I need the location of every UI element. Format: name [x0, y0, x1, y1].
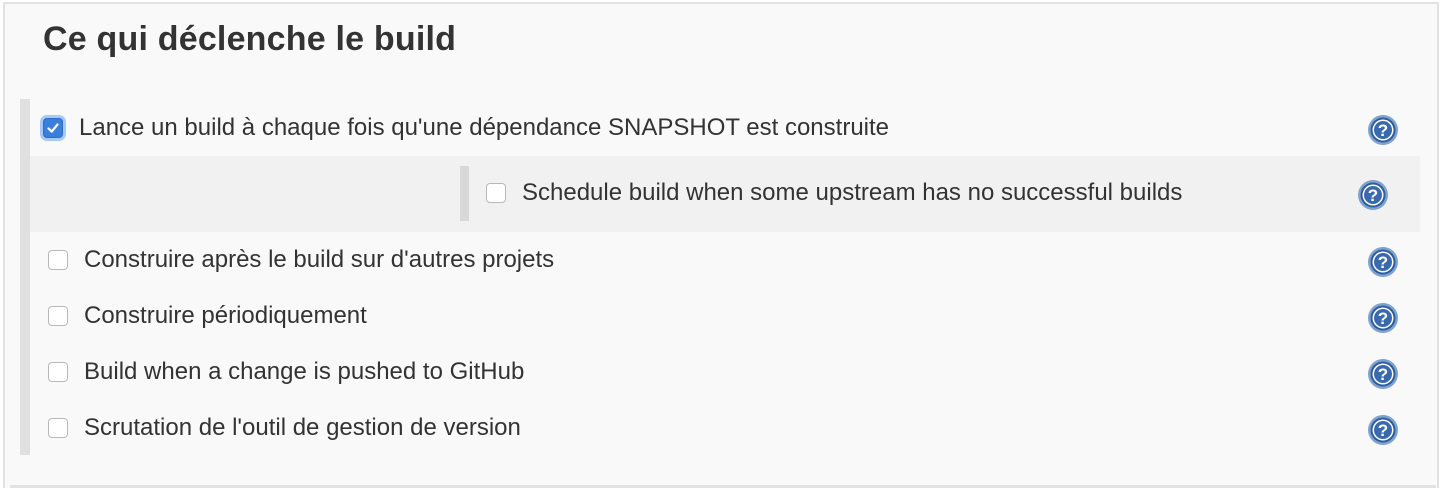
- trigger-row-scm-polling: Scrutation de l'outil de gestion de vers…: [48, 408, 521, 448]
- trigger-row-upstream-no-success: Schedule build when some upstream has no…: [486, 173, 1182, 213]
- svg-text:?: ?: [1378, 421, 1388, 440]
- upstream-no-success-label: Schedule build when some upstream has no…: [522, 179, 1183, 206]
- github-push-checkbox[interactable]: [48, 362, 68, 382]
- svg-text:?: ?: [1368, 186, 1378, 205]
- help-icon[interactable]: ?: [1367, 302, 1399, 334]
- snapshot-dependency-checkbox[interactable]: [43, 118, 63, 138]
- help-icon[interactable]: ?: [1367, 246, 1399, 278]
- trigger-row-github-push: Build when a change is pushed to GitHub: [48, 352, 524, 392]
- subpanel-indent-bar: [460, 166, 469, 221]
- periodic-label: Construire périodiquement: [84, 302, 367, 329]
- help-icon[interactable]: ?: [1367, 114, 1399, 146]
- help-icon[interactable]: ?: [1357, 179, 1389, 211]
- svg-text:?: ?: [1378, 309, 1388, 328]
- svg-text:?: ?: [1378, 121, 1388, 140]
- help-icon[interactable]: ?: [1367, 358, 1399, 390]
- scm-polling-label: Scrutation de l'outil de gestion de vers…: [84, 414, 521, 441]
- checkmark-icon: [47, 123, 59, 133]
- trigger-row-snapshot-dependency: Lance un build à chaque fois qu'une dépe…: [43, 108, 889, 148]
- after-other-projects-checkbox[interactable]: [48, 250, 68, 270]
- svg-text:?: ?: [1378, 365, 1388, 384]
- section-title: Ce qui déclenche le build: [43, 20, 457, 58]
- github-push-label: Build when a change is pushed to GitHub: [84, 358, 525, 385]
- upstream-no-success-checkbox[interactable]: [486, 183, 506, 203]
- help-icon[interactable]: ?: [1367, 414, 1399, 446]
- trigger-row-periodic: Construire périodiquement: [48, 296, 367, 336]
- svg-text:?: ?: [1378, 253, 1388, 272]
- after-other-projects-label: Construire après le build sur d'autres p…: [84, 246, 555, 273]
- panel-bottom-divider: [10, 485, 1436, 488]
- scm-polling-checkbox[interactable]: [48, 418, 68, 438]
- section-indent-bar: [20, 99, 30, 455]
- snapshot-dependency-label: Lance un build à chaque fois qu'une dépe…: [79, 114, 890, 141]
- periodic-checkbox[interactable]: [48, 306, 68, 326]
- trigger-row-after-other-projects: Construire après le build sur d'autres p…: [48, 240, 554, 280]
